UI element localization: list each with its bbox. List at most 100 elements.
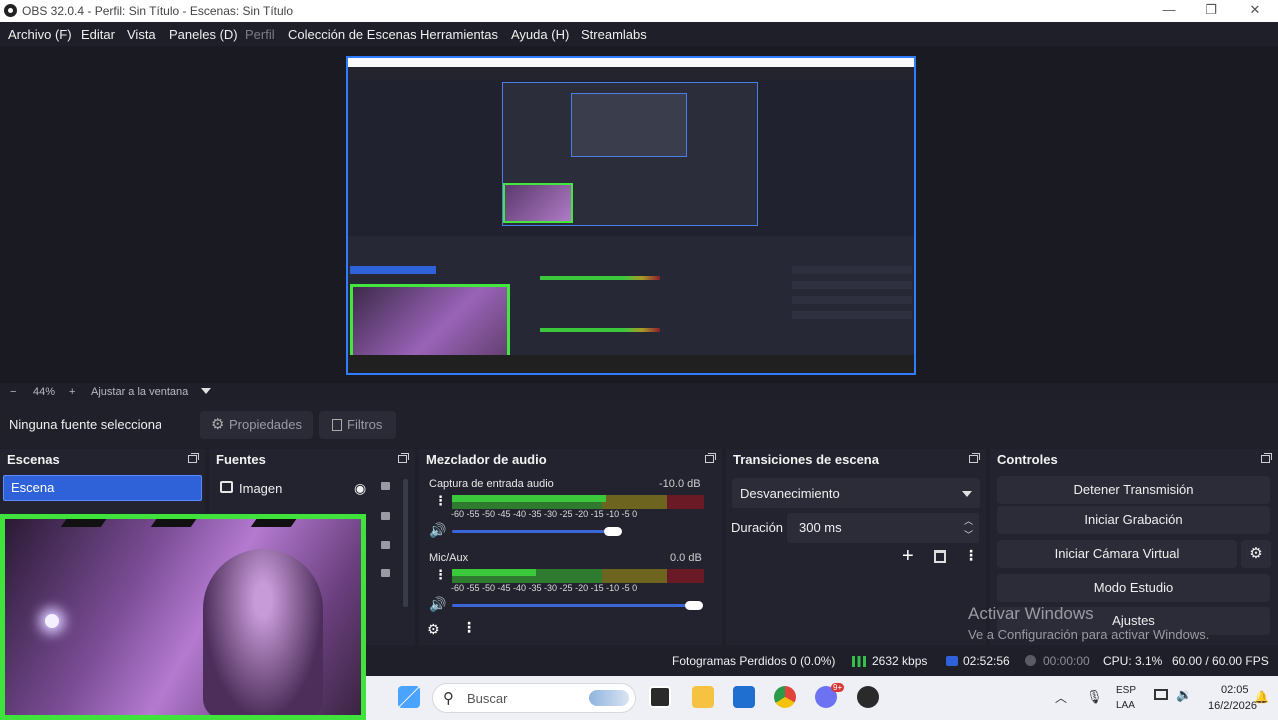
overlay-stripe <box>250 519 300 527</box>
store-icon[interactable] <box>733 686 755 708</box>
taskbar-search[interactable]: ⚲ Buscar <box>432 683 636 713</box>
advanced-audio-gear-icon[interactable]: ⚙ <box>427 621 440 638</box>
scene-item[interactable]: Escena <box>3 475 202 501</box>
channel-name: Captura de entrada audio <box>429 478 554 490</box>
close-button[interactable]: ✕ <box>1240 2 1270 20</box>
microphone-icon[interactable]: 🎙 <box>1086 689 1103 705</box>
undock-icon[interactable] <box>705 453 716 463</box>
menu-coleccion[interactable]: Colección de Escenas <box>288 27 417 42</box>
studio-mode-button[interactable]: Modo Estudio <box>997 574 1270 602</box>
sources-scrollbar[interactable] <box>403 479 408 607</box>
source-toolbar: Ninguna fuente seleccionada ⚙ Propiedade… <box>0 401 1278 447</box>
recording-indicator-icon <box>1025 655 1036 666</box>
filters-label: Filtros <box>347 417 383 432</box>
language-top[interactable]: ESP <box>1116 685 1136 696</box>
lock-icon[interactable] <box>381 569 390 577</box>
obs-logo-icon <box>4 4 17 17</box>
transition-menu-icon[interactable]: ⋮ <box>964 547 978 564</box>
notification-bell-icon[interactable]: 🔔 <box>1254 690 1269 704</box>
stop-stream-button[interactable]: Detener Transmisión <box>997 476 1270 504</box>
transition-select[interactable]: Desvanecimiento <box>732 478 980 508</box>
preview-nested-menubar <box>348 67 914 79</box>
channel-db: 0.0 dB <box>670 552 702 564</box>
undock-icon[interactable] <box>1261 453 1272 463</box>
duration-spinbox[interactable]: 300 ms ︿ ﹀ <box>787 513 979 543</box>
filter-icon <box>332 419 342 431</box>
chevron-down-icon <box>962 491 972 497</box>
volume-knob[interactable] <box>685 601 703 610</box>
file-explorer-icon[interactable] <box>692 686 714 708</box>
network-icon[interactable] <box>1154 689 1168 700</box>
start-recording-button[interactable]: Iniciar Grabación <box>997 506 1270 534</box>
speaker-icon[interactable]: 🔊 <box>429 596 446 613</box>
transitions-dock: Transiciones de escena Desvanecimiento D… <box>726 449 986 645</box>
mixer-menu-icon[interactable]: ⋮ <box>462 619 476 636</box>
meter-yellow-zone <box>602 495 667 509</box>
lock-icon[interactable] <box>381 482 390 490</box>
task-view-icon[interactable] <box>649 686 671 708</box>
clock-time[interactable]: 02:05 <box>1221 684 1249 696</box>
meter-level <box>452 569 536 576</box>
obs-taskbar-icon[interactable] <box>857 686 879 708</box>
virtual-camera-settings-button[interactable]: ⚙ <box>1241 540 1271 568</box>
bitrate: 2632 kbps <box>872 654 928 668</box>
zoom-in-button[interactable]: + <box>69 386 75 398</box>
watermark-title: Activar Windows <box>968 604 1094 623</box>
discord-badge: 9+ <box>831 683 845 692</box>
chrome-icon[interactable] <box>774 686 796 708</box>
channel-menu-icon[interactable]: ⋮ <box>434 567 447 583</box>
program-preview[interactable] <box>346 56 916 375</box>
zoom-dropdown-icon[interactable] <box>201 388 211 394</box>
recording-time: 00:00:00 <box>1043 654 1090 668</box>
volume-slider[interactable] <box>452 604 698 607</box>
volume-knob[interactable] <box>604 527 622 536</box>
controls-title: Controles <box>997 452 1058 467</box>
zoom-fit-label: Ajustar a la ventana <box>91 386 189 398</box>
dropped-frames: Fotogramas Perdidos 0 (0.0%) <box>672 654 836 668</box>
speaker-icon[interactable]: 🔊 <box>429 522 446 539</box>
image-source-icon <box>220 481 233 493</box>
tray-chevron-up-icon[interactable]: ︿ <box>1055 689 1067 706</box>
preview-nested-canvas-deep <box>571 93 687 157</box>
preview-nested-control <box>792 281 912 289</box>
windows-start-icon[interactable] <box>398 686 420 708</box>
undock-icon[interactable] <box>398 453 409 463</box>
preview-nested-meter <box>540 276 660 280</box>
clock-date[interactable]: 16/2/2026 <box>1208 700 1257 712</box>
language-bottom[interactable]: LAA <box>1116 700 1135 711</box>
menu-streamlabs[interactable]: Streamlabs <box>581 27 647 42</box>
properties-button[interactable]: ⚙ Propiedades <box>200 411 313 439</box>
maximize-button[interactable]: ❐ <box>1196 2 1226 20</box>
spin-up-icon[interactable]: ︿ <box>964 514 973 527</box>
search-icon: ⚲ <box>443 690 454 707</box>
minimize-button[interactable]: — <box>1154 2 1184 20</box>
meter-ticks: -60 -55 -50 -45 -40 -35 -30 -25 -20 -15 … <box>451 509 638 519</box>
menu-archivo[interactable]: Archivo (F) <box>8 27 72 42</box>
volume-slider[interactable] <box>452 530 617 533</box>
start-virtual-camera-button[interactable]: Iniciar Cámara Virtual <box>997 540 1237 568</box>
zoom-out-button[interactable]: − <box>10 386 16 398</box>
add-transition-icon[interactable]: + <box>902 545 914 568</box>
visibility-eye-icon[interactable]: ◉ <box>354 480 366 497</box>
lock-icon[interactable] <box>381 512 390 520</box>
menu-editar[interactable]: Editar <box>81 27 115 42</box>
menu-vista[interactable]: Vista <box>127 27 156 42</box>
menu-herramientas[interactable]: Herramientas <box>420 27 498 42</box>
trash-icon[interactable] <box>934 550 946 563</box>
lock-icon[interactable] <box>381 541 390 549</box>
menu-perfil[interactable]: Perfil <box>245 27 275 42</box>
undock-icon[interactable] <box>969 453 980 463</box>
menu-paneles[interactable]: Paneles (D) <box>169 27 238 42</box>
fps: 60.00 / 60.00 FPS <box>1172 654 1269 668</box>
bitrate-signal-icon <box>852 656 866 667</box>
webcam-overlay <box>0 514 366 720</box>
channel-menu-icon[interactable]: ⋮ <box>434 493 447 509</box>
spin-down-icon[interactable]: ﹀ <box>964 528 973 541</box>
filters-button[interactable]: Filtros <box>319 411 396 439</box>
undock-icon[interactable] <box>188 453 199 463</box>
duration-value: 300 ms <box>799 520 842 535</box>
activate-windows-watermark: Activar Windows Ve a Configuración para … <box>968 604 1209 642</box>
menu-ayuda[interactable]: Ayuda (H) <box>511 27 569 42</box>
volume-icon[interactable]: 🔉 <box>1176 687 1192 703</box>
source-item[interactable]: Imagen <box>239 481 282 496</box>
